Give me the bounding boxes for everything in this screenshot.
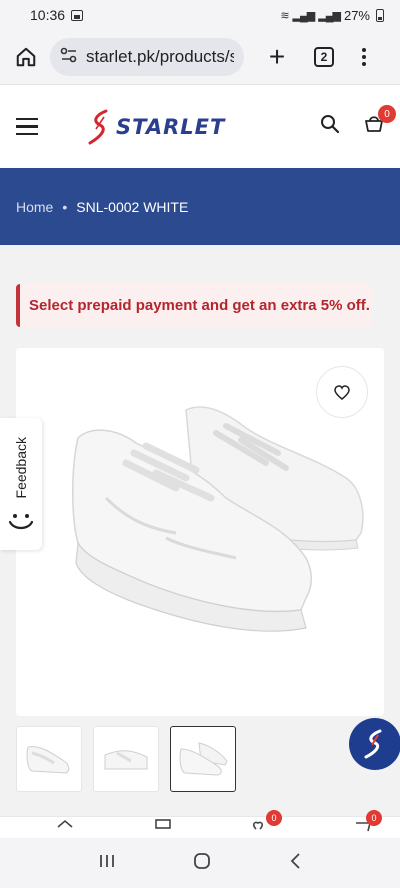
signal-icon: ▂▄▆ (292, 9, 316, 22)
breadcrumb: Home • SNL-0002 WHITE (0, 168, 400, 245)
site-logo[interactable]: STARLET (86, 109, 225, 145)
smile-icon (8, 513, 34, 529)
gallery-notification-icon (71, 9, 84, 21)
browser-toolbar: starlet.pk/products/s + 2 (0, 30, 400, 84)
breadcrumb-separator: • (62, 198, 68, 215)
thumbnail-2[interactable] (93, 726, 159, 792)
plus-icon: + (268, 41, 286, 72)
hamburger-icon[interactable] (16, 117, 38, 136)
recent-apps-icon[interactable] (98, 853, 116, 874)
bottom-nav-icons (57, 819, 372, 832)
breadcrumb-home-link[interactable]: Home (16, 199, 53, 215)
product-image[interactable] (16, 348, 384, 716)
back-icon[interactable] (288, 852, 302, 875)
search-icon[interactable] (320, 114, 340, 139)
promo-text: Select prepaid payment and get an extra … (29, 297, 370, 314)
android-nav-bar (0, 838, 400, 888)
cart-button[interactable]: 0 (364, 105, 396, 138)
home-nav-icon[interactable] (193, 852, 211, 875)
site-header: STARLET 0 (0, 84, 400, 168)
wishlist-count-badge: 0 (266, 810, 282, 826)
status-bar: 10:36 ≋ ▂▄▆ ▂▄▆ 27% (0, 0, 400, 30)
chat-button[interactable] (349, 718, 400, 770)
site-bottom-nav: 0 0 (0, 810, 400, 838)
cart-count-badge: 0 (378, 105, 396, 123)
thumbnail-3[interactable] (170, 726, 236, 792)
feedback-tab[interactable]: Feedback (0, 418, 42, 550)
logo-text: STARLET (116, 114, 226, 139)
heart-icon (334, 384, 350, 400)
wifi-icon: ≋ (280, 9, 289, 22)
bottom-cart-count-badge: 0 (366, 810, 382, 826)
chat-logo-icon (364, 729, 382, 759)
address-bar[interactable]: starlet.pk/products/s (50, 38, 244, 76)
promo-banner: Select prepaid payment and get an extra … (16, 284, 372, 327)
breadcrumb-current: SNL-0002 WHITE (76, 198, 189, 215)
status-time: 10:36 (30, 7, 66, 23)
tab-count: 2 (320, 50, 328, 64)
site-settings-icon[interactable] (60, 47, 78, 68)
logo-mark-icon (88, 109, 108, 144)
thumbnail-1[interactable] (16, 726, 82, 792)
url-text: starlet.pk/products/s (86, 47, 234, 66)
battery-percent: 27% (343, 7, 370, 23)
home-icon[interactable] (10, 41, 42, 73)
battery-icon (376, 8, 384, 22)
feedback-label: Feedback (13, 437, 29, 499)
wishlist-button[interactable] (316, 366, 368, 418)
new-tab-button[interactable]: + (262, 43, 292, 71)
thumbnail-strip (16, 726, 236, 792)
tabs-icon[interactable]: 2 (314, 47, 334, 67)
more-vert-icon[interactable] (362, 48, 366, 66)
status-indicators: ≋ ▂▄▆ ▂▄▆ 27% (280, 8, 384, 23)
signal-icon-2: ▂▄▆ (318, 9, 341, 22)
